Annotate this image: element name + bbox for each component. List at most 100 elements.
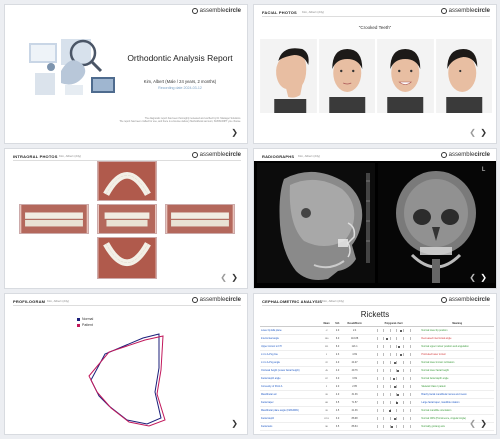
dental-illustration-icon <box>29 39 115 95</box>
polygon-marker <box>397 393 400 396</box>
sd-value: 6.0 <box>332 342 343 352</box>
mean-value: 87 <box>320 374 333 384</box>
result-value: 49.76 <box>342 366 367 376</box>
polygon-marker <box>399 329 402 332</box>
next-arrow-icon[interactable]: ❯ <box>231 128 238 137</box>
mean-value: 26 <box>320 406 333 416</box>
face-photo-oblique[interactable] <box>435 39 492 113</box>
next-arrow-icon[interactable]: ❯ <box>480 128 487 137</box>
polygon-marker <box>388 409 391 412</box>
logo-text-part2: circle <box>225 152 241 158</box>
polygon-scale <box>376 393 411 397</box>
slide-title: FACIAL PHOTOS <box>262 10 297 15</box>
sd-value: 3.0 <box>332 414 343 424</box>
intraoral-photos-slide[interactable]: INTRAORAL PHOTOS Kim, Albert (24y) assem… <box>4 148 248 289</box>
logo-mark-icon <box>440 297 447 303</box>
logo-text-part1: assemble <box>448 297 475 303</box>
polygon-marker <box>394 385 397 388</box>
sd-value: 2.0 <box>332 326 343 336</box>
measure-name: Lower lip E/E plane <box>260 326 321 336</box>
next-arrow-icon[interactable]: ❯ <box>480 419 487 428</box>
profilogram-chart <box>88 333 166 427</box>
mean-value: 90 <box>320 422 333 432</box>
next-arrow-icon[interactable]: ❯ <box>231 273 238 282</box>
polygon-marker <box>391 425 394 428</box>
sd-value: 4.5 <box>332 406 343 416</box>
table-row[interactable]: Upper incisor to FH 111 6.0 121.1 Normal upp… <box>260 342 494 352</box>
table-row[interactable]: Facial depth 87.9 3.0 88.98 Normal CRN (Prom… <box>260 414 494 424</box>
table-row[interactable]: Facial taper 68 3.5 71.57 Large facial taper… <box>260 398 494 408</box>
slide-subtitle: Kim, Albert (24y) <box>298 154 321 158</box>
slide-title: INTRAORAL PHOTOS <box>13 154 58 159</box>
polygon-marker <box>398 345 401 348</box>
intraoral-frontal[interactable] <box>97 204 157 234</box>
brand-logo: assemblecircle <box>440 152 490 158</box>
logo-mark-icon <box>191 8 198 14</box>
measure-name: Mandibular plane angle (FMA/MPA) <box>260 406 321 416</box>
intraoral-upper-occlusal[interactable] <box>97 161 157 201</box>
face-photo-frontal[interactable] <box>318 39 375 113</box>
slide-title: CEPHALOMETRIC ANALYSIS <box>262 299 323 304</box>
legend-label: Normal <box>82 317 94 321</box>
table-row[interactable]: L1 to A-Pog line 1 2.3 4.69 Protruded lower … <box>260 350 494 360</box>
sd-value: 4.0 <box>332 366 343 376</box>
measure-name: L1 to A-Pog line <box>260 350 321 360</box>
result-value: 24.07 <box>342 358 367 368</box>
table-row[interactable]: L1 to A-Pog angle 22 4.0 24.07 Normal lower … <box>260 358 494 368</box>
result-value: 88.98 <box>342 414 367 424</box>
polygon-scale <box>376 337 411 341</box>
intraoral-lower-occlusal[interactable] <box>97 237 157 279</box>
result-value: 121.1 <box>342 342 367 352</box>
table-row[interactable]: Occlusal height (Lower facial height) 45 4… <box>260 366 494 376</box>
lateral-cephalogram[interactable] <box>279 171 363 280</box>
header-divider <box>262 305 490 306</box>
prev-arrow-icon[interactable]: ❮ <box>469 128 476 137</box>
profilogram-slide[interactable]: PROFILOGRAM Kim, Albert (24y) assembleci… <box>4 293 248 435</box>
radiographs-slide[interactable]: RADIOGRAPHS Kim, Albert (24y) assembleci… <box>253 148 497 289</box>
prev-arrow-icon[interactable]: ❮ <box>469 273 476 282</box>
polygon-scale <box>376 385 411 389</box>
sd-value: 3.5 <box>332 422 343 432</box>
table-row[interactable]: Facial axis 90 3.5 88.64 Normally growing ax… <box>260 422 494 432</box>
cover-slide[interactable]: assemblecircle Orthodontic Analysis Repo… <box>4 4 248 144</box>
table-row[interactable]: Lower lip E/E plane -2 2.0 2.4 Normal lower … <box>260 326 494 336</box>
table-row[interactable]: Interincisal angle 130 6.0 116.88 Decreased … <box>260 334 494 344</box>
brand-logo: assemblecircle <box>440 297 490 303</box>
prev-arrow-icon[interactable]: ❮ <box>220 273 227 282</box>
cephalometric-analysis-slide[interactable]: CEPHALOMETRIC ANALYSIS Kim, Albert (24y)… <box>253 293 497 435</box>
next-arrow-icon[interactable]: ❯ <box>480 273 487 282</box>
polygon-marker <box>396 369 399 372</box>
result-value: 88.64 <box>342 422 367 432</box>
facial-photos-slide[interactable]: FACIAL PHOTOS Kim, Albert (24y) assemble… <box>253 4 497 144</box>
table-row[interactable]: Facial depth angle 87 3.0 3.69 Normal facial… <box>260 374 494 384</box>
measure-name: Convexity of Point A <box>260 382 321 392</box>
brand-logo: assemblecircle <box>191 152 241 158</box>
mean-value: 130 <box>320 334 333 344</box>
logo-text-part2: circle <box>225 8 241 14</box>
sd-value: 3.5 <box>332 398 343 408</box>
table-row[interactable]: Mandibular plane angle (FMA/MPA) 26 4.5 21.… <box>260 406 494 416</box>
meaning-text: Large facial taper, mandible rotation <box>420 398 494 408</box>
normal-outline <box>90 333 162 425</box>
logo-mark-icon <box>191 152 198 158</box>
polygon-marker <box>392 377 395 380</box>
polygon-scale <box>376 425 411 429</box>
intraoral-right-buccal[interactable] <box>19 204 89 234</box>
mean-value: 87.9 <box>320 414 333 424</box>
polygon-cell <box>366 406 421 416</box>
legend-label: Patient <box>82 323 93 327</box>
table-row[interactable]: Mandibular arc 26 4.0 31.36 Brachy facial ma… <box>260 390 494 400</box>
next-arrow-icon[interactable]: ❯ <box>231 419 238 428</box>
polygon-cell <box>366 382 421 392</box>
result-value: 71.57 <box>342 398 367 408</box>
face-photo-smile[interactable] <box>377 39 434 113</box>
logo-mark-icon <box>440 152 447 158</box>
brand-logo: assemblecircle <box>440 8 490 14</box>
sd-value: 2.3 <box>332 350 343 360</box>
intraoral-left-buccal[interactable] <box>165 204 235 234</box>
slide-title: PROFILOGRAM <box>13 299 46 304</box>
table-row[interactable]: Convexity of Point A 2 2.0 2.85 Skeletal Cla… <box>260 382 494 392</box>
face-photo-right-profile[interactable] <box>260 39 317 113</box>
legend-item-patient: Patient <box>77 322 93 328</box>
prev-arrow-icon[interactable]: ❮ <box>469 419 476 428</box>
